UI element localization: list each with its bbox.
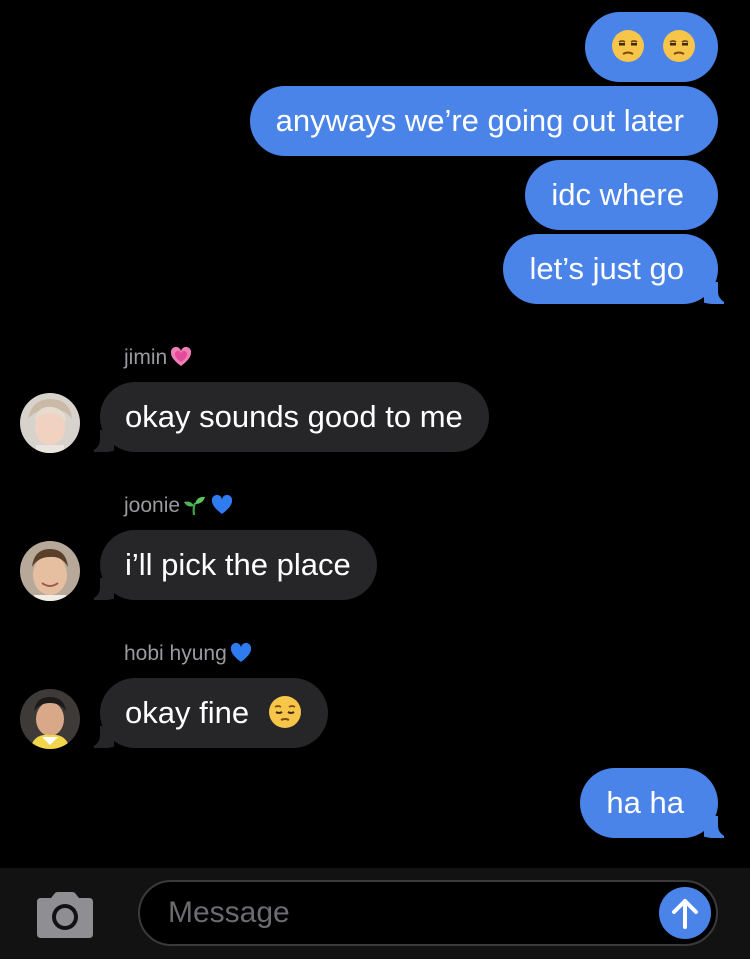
received-message[interactable]: okay fine <box>92 678 328 748</box>
avatar-joonie[interactable] <box>20 541 80 601</box>
bubble-tail <box>92 726 114 748</box>
avatar-image <box>20 689 80 749</box>
bubble-tail <box>704 282 726 304</box>
camera-button[interactable] <box>33 890 97 940</box>
unamused-face-icon <box>663 30 695 63</box>
message-text: ha ha <box>606 785 684 820</box>
seedling-icon <box>184 496 206 516</box>
send-button[interactable] <box>659 887 711 939</box>
sender-name: hobi hyung <box>124 640 253 668</box>
message-text: okay fine <box>125 695 250 730</box>
growing-heart-icon <box>171 346 192 366</box>
avatar-jimin[interactable] <box>20 393 80 453</box>
bubble-tail <box>92 430 114 452</box>
sent-message[interactable]: idc where <box>525 160 718 230</box>
sent-message-emoji[interactable] <box>585 12 718 82</box>
message-input[interactable]: Message <box>138 880 718 946</box>
sent-message[interactable]: ha ha <box>580 768 726 838</box>
message-text: anyways we’re going out later <box>275 103 684 138</box>
sender-name: joonie <box>124 492 234 520</box>
received-message[interactable]: i’ll pick the place <box>92 530 377 600</box>
pensive-face-icon <box>268 696 301 729</box>
message-thread: anyways we’re going out later idc where … <box>0 0 750 868</box>
message-placeholder: Message <box>168 896 290 929</box>
unamused-face-icon <box>612 30 645 63</box>
message-text: okay sounds good to me <box>125 399 463 434</box>
avatar-image <box>20 393 80 453</box>
message-text: i’ll pick the place <box>125 547 351 582</box>
avatar-image <box>20 541 80 601</box>
message-text: idc where <box>551 177 684 212</box>
avatar-hobi-hyung[interactable] <box>20 689 80 749</box>
message-text: let’s just go <box>529 251 684 286</box>
blue-heart-icon <box>230 642 251 662</box>
compose-bar: Message <box>0 868 750 959</box>
bubble-tail <box>704 816 726 838</box>
sent-message[interactable]: let’s just go <box>503 234 726 304</box>
camera-icon <box>37 892 93 938</box>
received-message[interactable]: okay sounds good to me <box>92 382 489 452</box>
sender-name: jimin <box>124 344 193 372</box>
sent-message[interactable]: anyways we’re going out later <box>249 86 718 156</box>
blue-heart-icon <box>211 494 233 514</box>
bubble-tail <box>92 578 114 600</box>
send-arrow-up-icon <box>672 899 698 929</box>
